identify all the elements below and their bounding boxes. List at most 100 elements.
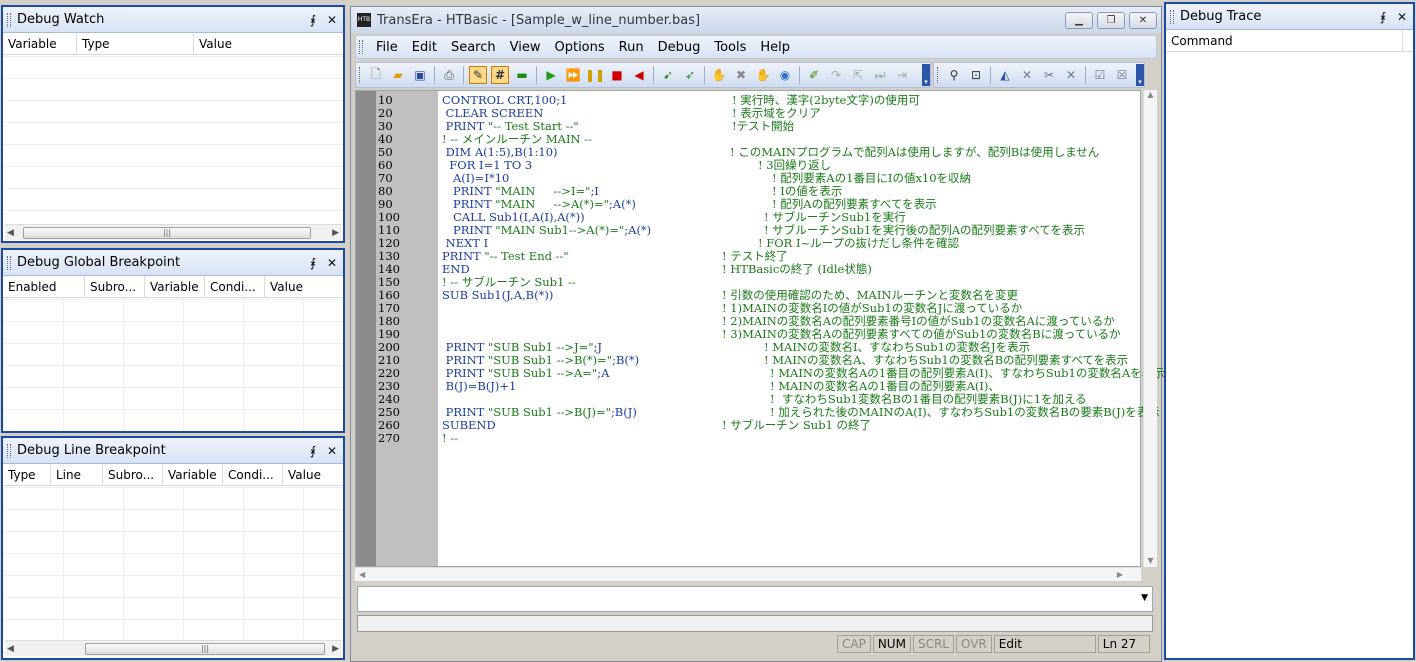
line-bp-hscrollbar[interactable]: ◀ ||| ▶ <box>5 640 341 656</box>
new-file-icon[interactable]: 🗋 <box>367 66 385 84</box>
drag-grip-icon[interactable] <box>7 443 11 458</box>
col-subroutine[interactable]: Subro... <box>103 464 163 485</box>
close-icon[interactable]: ✕ <box>324 444 340 458</box>
minimize-button[interactable]: ▁ <box>1065 11 1093 29</box>
edit-mode-icon[interactable]: ✎ <box>469 66 487 84</box>
display-icon[interactable]: ▬ <box>513 66 531 84</box>
pin-icon[interactable]: ⨘ <box>1375 10 1391 24</box>
checklist-icon[interactable]: ☑ <box>1091 66 1109 84</box>
scroll-right-icon[interactable]: ▶ <box>332 228 339 238</box>
scroll-left-icon[interactable]: ◀ <box>359 570 365 579</box>
editor-hscrollbar[interactable]: ◀ ▶ <box>355 567 1141 581</box>
menu-grip-icon[interactable] <box>359 40 363 54</box>
code-editor[interactable]: 10 CONTROL CRT,100;1! 実行時、漢字(2byte文字)の使用可… <box>355 90 1165 567</box>
col-line[interactable]: Line <box>51 464 103 485</box>
col-condition[interactable]: Condi... <box>223 464 283 485</box>
pause-icon[interactable]: ❚❚ <box>585 66 605 84</box>
col-subroutine[interactable]: Subro... <box>85 276 145 297</box>
menu-options[interactable]: Options <box>547 40 611 55</box>
debug-trace-panel: Debug Trace ⨘ ✕ Command <box>1164 2 1415 660</box>
command-input[interactable]: ▼ <box>357 586 1153 612</box>
replace-icon[interactable]: ⊡ <box>967 66 985 84</box>
stop-icon[interactable]: ■ <box>608 66 626 84</box>
toolbar-separator <box>1085 66 1086 84</box>
close-icon[interactable]: ✕ <box>324 256 340 270</box>
save-icon[interactable]: ▣ <box>411 66 429 84</box>
tools-scissors-icon[interactable]: ✂ <box>1040 66 1058 84</box>
scroll-thumb[interactable]: ||| <box>23 226 311 239</box>
toolbar2-overflow-icon[interactable]: ▾ <box>1136 64 1144 86</box>
find-icon[interactable]: ⚲ <box>945 66 963 84</box>
close-icon[interactable]: ✕ <box>324 13 340 27</box>
scroll-left-icon[interactable]: ◀ <box>7 228 14 238</box>
close-icon[interactable]: ✕ <box>1394 10 1410 24</box>
code-line[interactable]: 260 SUBEND! サブルーチン Sub1 の終了 <box>356 419 1142 432</box>
code-line[interactable]: 270 ! -- <box>356 432 1142 445</box>
command-dropdown-icon[interactable]: ▼ <box>1141 593 1148 603</box>
col-variable[interactable]: Variable <box>145 276 205 297</box>
line-number-icon[interactable]: # <box>491 66 509 84</box>
breakpoint-world-icon[interactable]: ◉ <box>776 66 794 84</box>
clear-breakpoint-icon[interactable]: ✖ <box>732 66 750 84</box>
menu-tools[interactable]: Tools <box>707 40 753 55</box>
toolbar-grip-icon[interactable] <box>937 67 940 83</box>
col-variable[interactable]: Variable <box>3 33 77 54</box>
scroll-left-icon[interactable]: ◀ <box>7 644 14 654</box>
scroll-right-icon[interactable]: ▶ <box>332 644 339 654</box>
drag-grip-icon[interactable] <box>7 255 11 270</box>
tools-wrench-icon[interactable]: ✕ <box>1018 66 1036 84</box>
col-enabled[interactable]: Enabled <box>3 276 85 297</box>
menu-debug[interactable]: Debug <box>651 40 708 55</box>
watch-column-headers: Variable Type Value <box>3 33 343 55</box>
tools-cross-icon[interactable]: ✕ <box>1062 66 1080 84</box>
restore-button[interactable]: ❐ <box>1097 11 1125 29</box>
drag-grip-icon[interactable] <box>1170 9 1174 24</box>
breakpoint-hand-icon[interactable]: ✋ <box>710 66 728 84</box>
pin-icon[interactable]: ⨘ <box>305 13 321 27</box>
skip-icon[interactable]: ⏭ <box>871 66 889 84</box>
col-command[interactable]: Command <box>1166 30 1403 51</box>
col-type[interactable]: Type <box>77 33 194 54</box>
col-value[interactable]: Value <box>194 33 343 54</box>
col-type[interactable]: Type <box>3 464 51 485</box>
pin-icon[interactable]: ⨘ <box>305 256 321 270</box>
pencil-run-icon[interactable]: ✐ <box>805 66 823 84</box>
toolbar-grip-icon[interactable] <box>359 67 362 83</box>
watch-hscrollbar[interactable]: ◀ ||| ▶ <box>5 224 341 240</box>
step-line-icon[interactable]: ⇥ <box>893 66 911 84</box>
drag-grip-icon[interactable] <box>7 12 11 27</box>
scroll-right-icon[interactable]: ▶ <box>1117 570 1123 579</box>
menu-search[interactable]: Search <box>444 40 503 55</box>
menu-view[interactable]: View <box>503 40 548 55</box>
trace-column-headers: Command <box>1166 30 1413 52</box>
step-into-icon[interactable]: ➹ <box>659 66 677 84</box>
scroll-down-icon[interactable]: ▼ <box>1144 556 1157 565</box>
col-condition[interactable]: Condi... <box>205 276 265 297</box>
toolbar-overflow-icon[interactable]: ▾ <box>922 64 930 86</box>
run-icon[interactable]: ▶ <box>542 66 560 84</box>
step-over-icon[interactable]: ➶ <box>681 66 699 84</box>
col-value[interactable]: Value <box>283 464 343 485</box>
redo-icon[interactable]: ↷ <box>827 66 845 84</box>
menu-run[interactable]: Run <box>612 40 651 55</box>
watch-icon[interactable]: ◭ <box>996 66 1014 84</box>
open-folder-icon[interactable]: ▰ <box>389 66 407 84</box>
print-icon[interactable]: ⎙ <box>440 66 458 84</box>
menu-edit[interactable]: Edit <box>405 40 444 55</box>
col-variable[interactable]: Variable <box>163 464 223 485</box>
menu-file[interactable]: File <box>369 40 405 55</box>
scroll-up-icon[interactable]: ▲ <box>1144 90 1157 99</box>
pin-icon[interactable]: ⨘ <box>305 444 321 458</box>
continue-icon[interactable]: ⏩ <box>564 66 582 84</box>
status-line: Ln 27 <box>1097 635 1150 653</box>
close-window-button[interactable]: ✕ <box>1129 11 1157 29</box>
breakpoint-global-icon[interactable]: ✋ <box>754 66 772 84</box>
col-value[interactable]: Value <box>265 276 343 297</box>
menu-help[interactable]: Help <box>753 40 797 55</box>
step-out-icon[interactable]: ⇱ <box>849 66 867 84</box>
check-clear-icon[interactable]: ☒ <box>1113 66 1131 84</box>
code-lines: 10 CONTROL CRT,100;1! 実行時、漢字(2byte文字)の使用可… <box>356 94 1165 445</box>
editor-vscrollbar[interactable]: ▲ ▼ <box>1143 90 1157 567</box>
scroll-thumb[interactable]: ||| <box>85 642 325 655</box>
reset-icon[interactable]: ◀ <box>630 66 648 84</box>
